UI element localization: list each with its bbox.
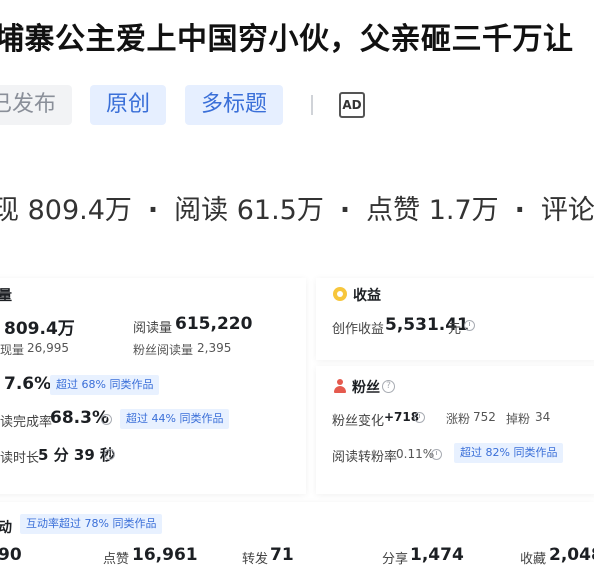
comments-value: 90 [0, 545, 22, 565]
original-tag[interactable]: 原创 [90, 85, 167, 125]
reads-label: 阅读量 [133, 321, 173, 336]
fans-reads-value: 2,395 [197, 341, 232, 355]
shares-label: 分享 [382, 552, 409, 567]
fans-gain-value: 752 [473, 410, 496, 424]
separator-dot: · [147, 195, 159, 226]
fans-loss-label: 掉粉 [506, 412, 531, 426]
separator-dot: · [514, 195, 525, 226]
income-heading: 收益 [353, 288, 381, 304]
fans-impressions-label: 现量 [0, 343, 25, 357]
ctr-badge: 超过 68% 同类作品 [50, 375, 160, 395]
completion-label: 读完成率 [0, 415, 53, 430]
tag-divider [311, 95, 313, 115]
interaction-panel [0, 502, 594, 572]
fans-change-label: 粉丝变化 [332, 414, 385, 429]
multi-title-tag[interactable]: 多标题 [185, 85, 284, 125]
summary-likes: 点赞 1.7万 [366, 195, 499, 226]
interaction-heading: 动 [0, 520, 12, 536]
forwards-label: 转发 [242, 552, 269, 567]
info-clock-icon[interactable] [104, 449, 115, 460]
fans-reads-label: 粉丝阅读量 [133, 343, 194, 357]
completion-badge: 超过 44% 同类作品 [120, 409, 230, 429]
conversion-label: 阅读转粉率 [332, 450, 398, 465]
fans-person-icon [333, 379, 347, 393]
summary-stats: 现 809.4万 · 阅读 61.5万 · 点赞 1.7万 · 评论 [0, 188, 594, 227]
article-title: 埔寨公主爱上中国穷小伙，父亲砸三千万让 [0, 22, 574, 57]
summary-comments: 评论 [540, 195, 594, 226]
ctr-value: 7.6% [4, 374, 52, 394]
summary-impressions: 现 809.4万 [0, 195, 132, 226]
impressions-value: 809.4万 [4, 319, 75, 339]
info-clock-icon[interactable] [101, 414, 112, 425]
fans-impressions-value: 26,995 [27, 341, 69, 355]
income-label: 创作收益 [332, 322, 385, 337]
coin-icon [333, 287, 347, 301]
info-clock-icon[interactable] [431, 449, 442, 460]
favorites-label: 收藏 [520, 552, 547, 567]
fans-heading: 粉丝 [352, 380, 380, 396]
fans-gain-label: 涨粉 [446, 412, 471, 426]
likes-label: 点赞 [103, 552, 130, 567]
conversion-badge: 超过 82% 同类作品 [454, 443, 564, 463]
separator-dot: · [339, 195, 351, 226]
interaction-badge: 互动率超过 78% 同类作品 [20, 514, 163, 534]
info-clock-icon[interactable] [414, 412, 425, 423]
duration-label: 读时长 [0, 451, 40, 466]
favorites-value: 2,048 [549, 545, 594, 565]
income-unit: 元 [448, 322, 462, 337]
reads-value: 615,220 [175, 314, 253, 334]
info-clock-icon[interactable] [464, 320, 475, 331]
summary-reads: 阅读 61.5万 [174, 195, 324, 226]
forwards-value: 71 [270, 545, 294, 565]
likes-value: 16,961 [132, 545, 198, 565]
traffic-heading: 量 [0, 288, 12, 304]
fans-loss-value: 34 [535, 410, 551, 424]
shares-value: 1,474 [410, 545, 464, 565]
published-tag: 已发布 [0, 85, 73, 125]
help-icon[interactable]: ? [382, 380, 395, 393]
conversion-value: 0.11% [396, 447, 435, 461]
ad-icon[interactable]: AD [339, 92, 365, 118]
